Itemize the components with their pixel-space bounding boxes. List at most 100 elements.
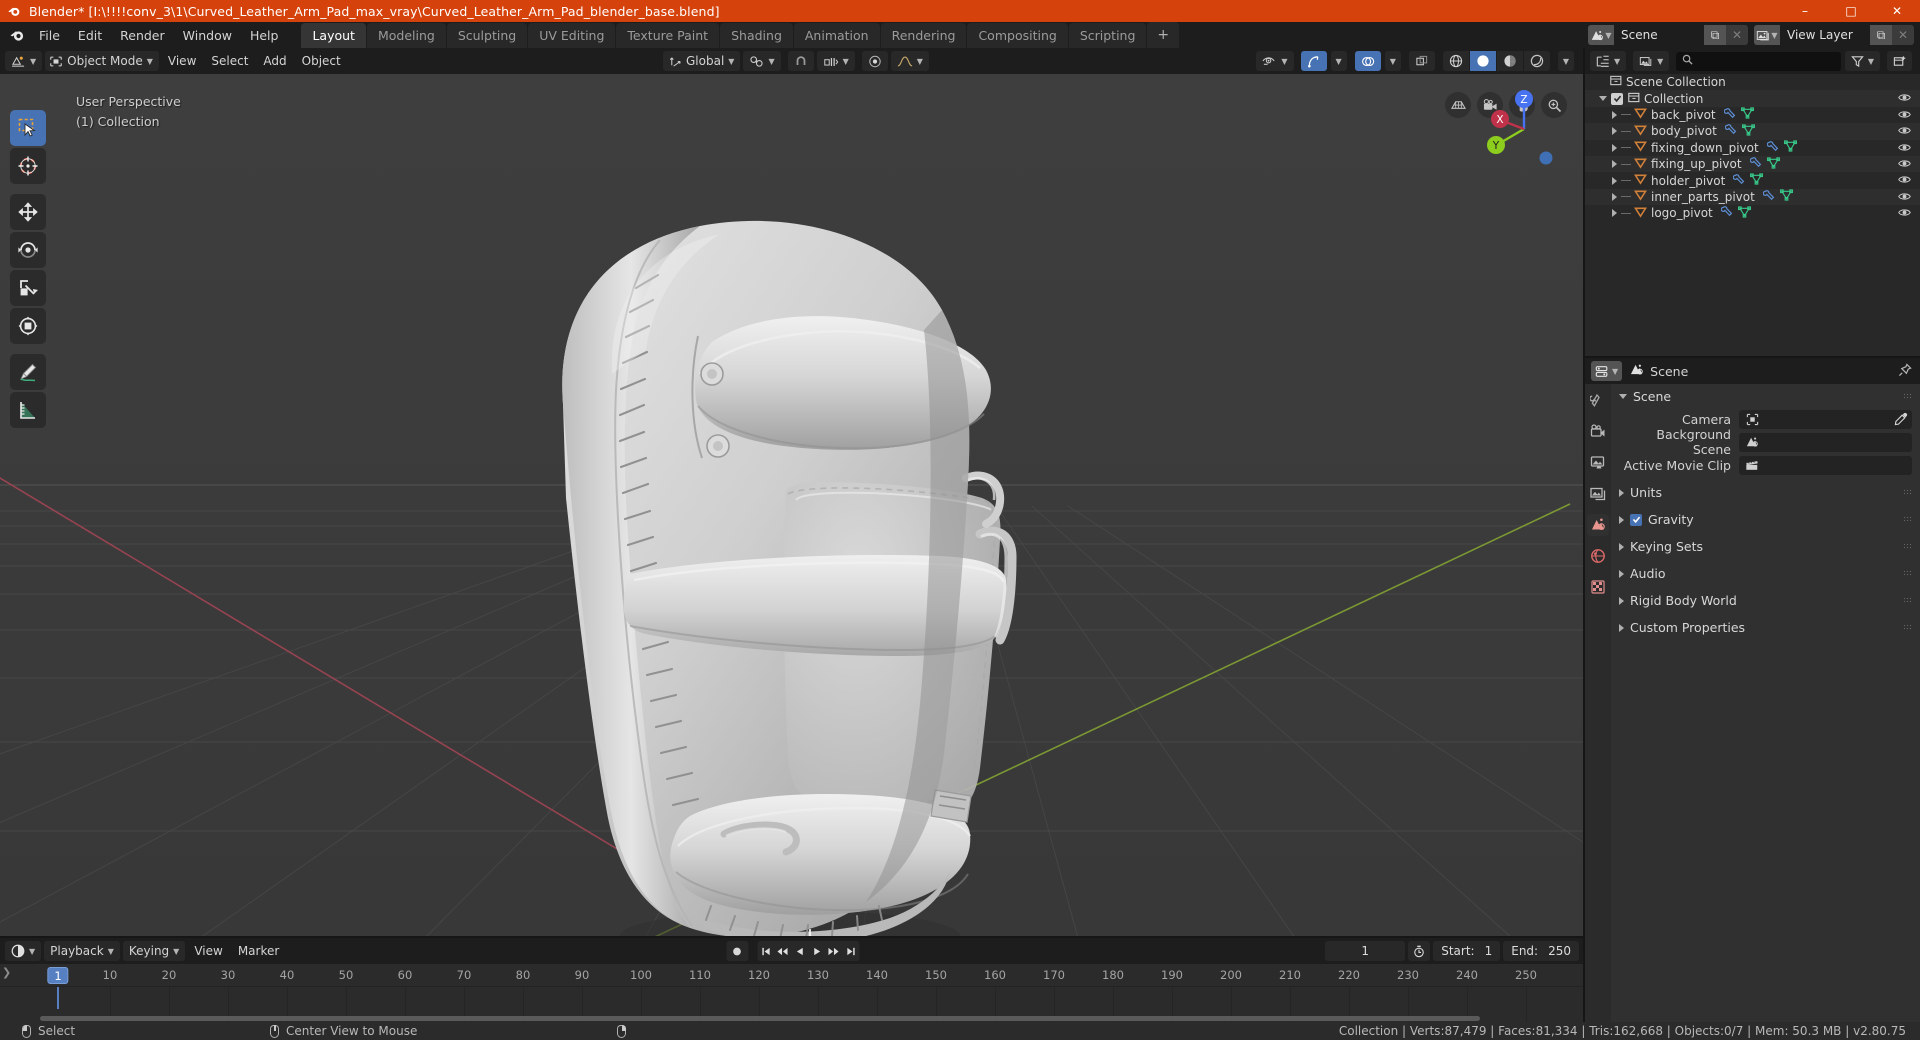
outliner-row-body-pivot[interactable]: body_pivot — [1585, 123, 1920, 140]
tweak-select-tool[interactable] — [10, 110, 46, 146]
modifier-icon[interactable] — [1762, 190, 1775, 204]
panel-rigid-body-world-header[interactable]: Rigid Body World — [1611, 590, 1920, 611]
tool-tab[interactable] — [1587, 390, 1609, 412]
unlink-scene-button[interactable]: ✕ — [1726, 25, 1748, 45]
visibility-eye-icon[interactable] — [1898, 174, 1911, 188]
tab-animation[interactable]: Animation — [793, 23, 880, 49]
viewport-menu-add[interactable]: Add — [257, 51, 292, 71]
measure-tool[interactable] — [10, 392, 46, 428]
shading-options-dropdown[interactable]: ▼ — [1557, 51, 1574, 71]
visibility-eye-icon[interactable] — [1898, 142, 1911, 156]
modifier-icon[interactable] — [1724, 124, 1737, 138]
visibility-eye-icon[interactable] — [1898, 125, 1911, 139]
close-button[interactable]: ✕ — [1874, 0, 1920, 22]
proportional-edit-toggle[interactable] — [861, 51, 888, 71]
output-tab[interactable] — [1587, 452, 1609, 474]
scene-selector[interactable]: ▼ Scene ⧉ ✕ — [1588, 25, 1748, 45]
tab-rendering[interactable]: Rendering — [880, 23, 967, 49]
disclosure-triangle-icon[interactable] — [1619, 596, 1624, 605]
disclosure-triangle-icon[interactable] — [1619, 569, 1624, 578]
menu-window[interactable]: Window — [174, 25, 241, 46]
disclosure-triangle-icon[interactable] — [1609, 176, 1620, 185]
menu-file[interactable]: File — [30, 25, 69, 46]
viewport-canvas[interactable]: User Perspective (1) Collection Z X Y — [0, 74, 1585, 938]
viewport-menu-select[interactable]: Select — [205, 51, 254, 71]
move-tool[interactable] — [10, 194, 46, 230]
solid-shading-button[interactable] — [1469, 51, 1496, 71]
add-workspace-button[interactable]: + — [1147, 22, 1180, 49]
outliner-row-logo-pivot[interactable]: logo_pivot — [1585, 205, 1920, 221]
outliner-row-inner-parts-pivot[interactable]: inner_parts_pivot — [1585, 188, 1920, 206]
timeline-menu-playback[interactable]: Playback ▼ — [44, 941, 120, 961]
play-icon[interactable] — [808, 941, 825, 961]
timeline-track-area[interactable] — [0, 987, 1585, 1022]
falloff-type-selector[interactable]: ▼ — [890, 51, 929, 71]
disclosure-triangle-icon[interactable] — [1609, 110, 1620, 119]
properties-editor-type-selector[interactable]: ▼ — [1591, 361, 1623, 381]
timeline-menu-keying[interactable]: Keying ▼ — [122, 941, 186, 961]
new-collection-icon[interactable] — [1887, 51, 1912, 71]
gravity-checkbox[interactable] — [1630, 513, 1642, 526]
material-preview-button[interactable] — [1496, 51, 1523, 71]
search-input[interactable] — [1676, 51, 1841, 71]
auto-keying-icon[interactable] — [726, 941, 748, 961]
show-gizmo-toggle[interactable] — [1300, 51, 1327, 71]
viewport-menu-object[interactable]: Object — [296, 51, 347, 71]
disclosure-triangle-icon[interactable] — [1597, 96, 1608, 102]
tab-compositing[interactable]: Compositing — [967, 23, 1068, 49]
visibility-eye-icon[interactable] — [1898, 158, 1911, 172]
tab-sculpting[interactable]: Sculpting — [446, 23, 528, 49]
use-preview-range-icon[interactable] — [1408, 941, 1431, 961]
panel-scene-header[interactable]: Scene — [1611, 386, 1920, 407]
blender-menu-icon[interactable] — [4, 27, 30, 43]
outliner-row-fixing-up-pivot[interactable]: fixing_up_pivot — [1585, 155, 1920, 173]
active-movie-clip-field[interactable] — [1739, 455, 1912, 475]
jump-to-start-icon[interactable] — [757, 941, 774, 961]
annotate-tool[interactable] — [10, 354, 46, 390]
editor-type-selector[interactable]: ▼ — [5, 51, 43, 71]
pin-icon[interactable] — [1898, 363, 1912, 381]
interaction-mode-selector[interactable]: Object Mode ▼ — [45, 51, 159, 71]
rotate-tool[interactable] — [10, 232, 46, 268]
visibility-eye-icon[interactable] — [1898, 109, 1911, 123]
mesh-data-icon[interactable] — [1737, 206, 1751, 221]
frame-end-field[interactable]: End: 250 — [1503, 941, 1579, 961]
outliner-editor-type-selector[interactable]: ▼ — [1590, 51, 1627, 71]
outliner-row-back-pivot[interactable]: back_pivot — [1585, 107, 1920, 123]
scene-tab[interactable] — [1587, 514, 1609, 536]
transform-tool[interactable] — [10, 308, 46, 344]
cursor-tool[interactable] — [10, 148, 46, 184]
disclosure-triangle-icon[interactable] — [1619, 623, 1624, 632]
disclosure-triangle-icon[interactable] — [1609, 192, 1620, 201]
collection-checkbox[interactable] — [1611, 92, 1623, 105]
render-tab[interactable] — [1587, 421, 1609, 443]
current-frame-indicator[interactable]: 1 — [47, 967, 69, 984]
visibility-eye-icon[interactable] — [1898, 207, 1911, 221]
transform-orientation-selector[interactable]: Global ▼ — [663, 51, 741, 71]
current-frame-field[interactable]: 1 — [1325, 941, 1406, 961]
wireframe-shading-button[interactable] — [1442, 51, 1469, 71]
modifier-icon[interactable] — [1723, 108, 1736, 122]
new-scene-button[interactable]: ⧉ — [1704, 25, 1726, 45]
panel-gravity-header[interactable]: Gravity — [1611, 509, 1920, 530]
world-tab[interactable] — [1587, 545, 1609, 567]
outliner-row-scene-collection[interactable]: Scene Collection — [1585, 74, 1920, 90]
jump-to-end-icon[interactable] — [842, 941, 859, 961]
disclosure-triangle-icon[interactable] — [1619, 542, 1624, 551]
minimize-button[interactable]: – — [1782, 0, 1828, 22]
viewport-menu-view[interactable]: View — [162, 51, 202, 71]
outliner-row-fixing-down-pivot[interactable]: fixing_down_pivot — [1585, 140, 1920, 156]
navigation-gizmo[interactable]: Z X Y — [1483, 88, 1565, 174]
viewport-sidebar-splitter[interactable] — [1583, 48, 1585, 1022]
panel-units-header[interactable]: Units — [1611, 482, 1920, 503]
view-layer-tab[interactable] — [1587, 483, 1609, 505]
visibility-eye-icon[interactable] — [1898, 191, 1911, 205]
rendered-shading-button[interactable] — [1523, 51, 1550, 71]
snap-magnet-toggle[interactable] — [787, 51, 814, 71]
new-view-layer-button[interactable]: ⧉ — [1870, 25, 1892, 45]
play-reverse-icon[interactable] — [791, 941, 808, 961]
timeline-editor-type-selector[interactable]: ▼ — [5, 941, 42, 961]
mesh-data-icon[interactable] — [1741, 124, 1755, 139]
outliner-row-collection[interactable]: Collection — [1585, 90, 1920, 107]
panel-custom-properties-header[interactable]: Custom Properties — [1611, 617, 1920, 638]
